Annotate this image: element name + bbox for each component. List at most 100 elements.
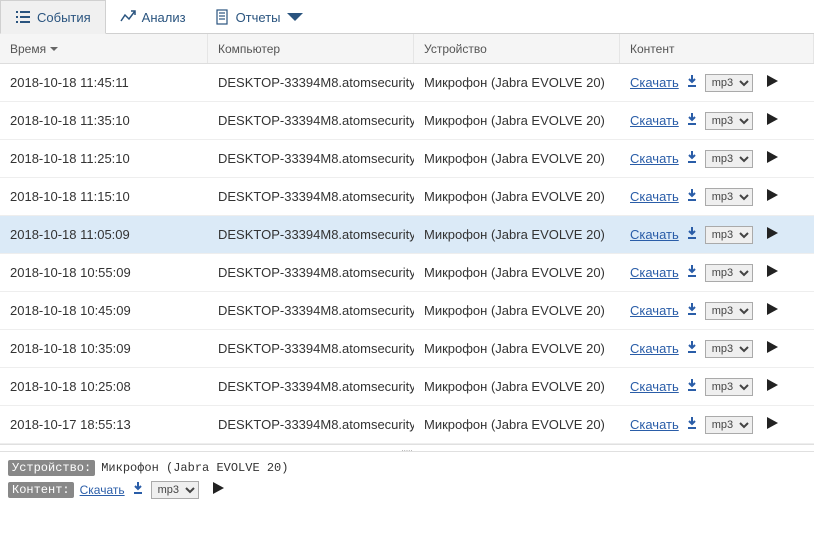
table-row[interactable]: 2018-10-18 11:15:10DESKTOP-33394M8.atoms… — [0, 178, 814, 216]
download-icon[interactable] — [685, 74, 699, 91]
cell-computer: DESKTOP-33394M8.atomsecurity.cor — [208, 189, 414, 204]
header-content[interactable]: Контент — [620, 34, 814, 63]
download-icon[interactable] — [685, 264, 699, 281]
cell-computer: DESKTOP-33394M8.atomsecurity.cor — [208, 341, 414, 356]
detail-device-label: Устройство: — [8, 460, 95, 476]
cell-device: Микрофон (Jabra EVOLVE 20) — [414, 151, 620, 166]
detail-content-label: Контент: — [8, 482, 74, 498]
cell-time: 2018-10-18 11:15:10 — [0, 189, 208, 204]
download-link[interactable]: Скачать — [630, 379, 679, 394]
download-icon[interactable] — [685, 378, 699, 395]
cell-time: 2018-10-18 11:35:10 — [0, 113, 208, 128]
format-select[interactable]: mp3 — [705, 150, 753, 168]
table-row[interactable]: 2018-10-18 11:25:10DESKTOP-33394M8.atoms… — [0, 140, 814, 178]
download-icon[interactable] — [685, 340, 699, 357]
download-link[interactable]: Скачать — [630, 341, 679, 356]
grid-header: Время Компьютер Устройство Контент — [0, 34, 814, 64]
tab-events[interactable]: События — [0, 0, 106, 34]
cell-content: Скачать mp3 — [620, 378, 814, 396]
download-icon[interactable] — [685, 112, 699, 129]
format-select[interactable]: mp3 — [705, 378, 753, 396]
header-computer[interactable]: Компьютер — [208, 34, 414, 63]
table-row[interactable]: 2018-10-18 11:05:09DESKTOP-33394M8.atoms… — [0, 216, 814, 254]
cell-time: 2018-10-18 11:45:11 — [0, 75, 208, 90]
download-icon[interactable] — [685, 416, 699, 433]
header-content-label: Контент — [630, 42, 674, 56]
cell-time: 2018-10-18 10:55:09 — [0, 265, 208, 280]
format-select[interactable]: mp3 — [705, 112, 753, 130]
chart-line-icon — [120, 9, 136, 25]
cell-computer: DESKTOP-33394M8.atomsecurity.cor — [208, 227, 414, 242]
cell-computer: DESKTOP-33394M8.atomsecurity.cor — [208, 75, 414, 90]
download-icon[interactable] — [685, 150, 699, 167]
cell-computer: DESKTOP-33394M8.atomsecurity.cor — [208, 303, 414, 318]
play-button[interactable] — [765, 378, 779, 395]
table-row[interactable]: 2018-10-18 11:35:10DESKTOP-33394M8.atoms… — [0, 102, 814, 140]
download-link[interactable]: Скачать — [630, 189, 679, 204]
cell-computer: DESKTOP-33394M8.atomsecurity.cor — [208, 113, 414, 128]
play-button[interactable] — [765, 74, 779, 91]
format-select[interactable]: mp3 — [705, 74, 753, 92]
detail-download-link[interactable]: Скачать — [80, 483, 125, 497]
tab-events-label: События — [37, 10, 91, 25]
format-select[interactable]: mp3 — [705, 416, 753, 434]
cell-device: Микрофон (Jabra EVOLVE 20) — [414, 341, 620, 356]
cell-content: Скачать mp3 — [620, 264, 814, 282]
format-select[interactable]: mp3 — [705, 302, 753, 320]
header-device[interactable]: Устройство — [414, 34, 620, 63]
download-icon[interactable] — [685, 302, 699, 319]
header-device-label: Устройство — [424, 42, 487, 56]
tab-bar: События Анализ Отчеты — [0, 0, 814, 34]
format-select[interactable]: mp3 — [705, 264, 753, 282]
play-button[interactable] — [765, 416, 779, 433]
cell-computer: DESKTOP-33394M8.atomsecurity.cor — [208, 379, 414, 394]
table-row[interactable]: 2018-10-17 18:55:13DESKTOP-33394M8.atoms… — [0, 406, 814, 444]
play-button[interactable] — [765, 226, 779, 243]
header-time[interactable]: Время — [0, 34, 208, 63]
detail-format-select[interactable]: mp3 — [151, 481, 199, 499]
play-button[interactable] — [765, 150, 779, 167]
play-button[interactable] — [765, 340, 779, 357]
table-row[interactable]: 2018-10-18 10:25:08DESKTOP-33394M8.atoms… — [0, 368, 814, 406]
detail-content-row: Контент: Скачать mp3 — [8, 481, 806, 499]
cell-content: Скачать mp3 — [620, 340, 814, 358]
document-icon — [214, 9, 230, 25]
download-icon[interactable] — [131, 481, 145, 499]
download-link[interactable]: Скачать — [630, 227, 679, 242]
play-button[interactable] — [765, 302, 779, 319]
format-select[interactable]: mp3 — [705, 188, 753, 206]
play-button[interactable] — [765, 188, 779, 205]
cell-content: Скачать mp3 — [620, 226, 814, 244]
tab-analysis-label: Анализ — [142, 10, 186, 25]
download-icon[interactable] — [685, 188, 699, 205]
table-row[interactable]: 2018-10-18 10:55:09DESKTOP-33394M8.atoms… — [0, 254, 814, 292]
format-select[interactable]: mp3 — [705, 340, 753, 358]
cell-device: Микрофон (Jabra EVOLVE 20) — [414, 303, 620, 318]
play-button[interactable] — [765, 264, 779, 281]
cell-content: Скачать mp3 — [620, 416, 814, 434]
table-row[interactable]: 2018-10-18 10:35:09DESKTOP-33394M8.atoms… — [0, 330, 814, 368]
cell-time: 2018-10-17 18:55:13 — [0, 417, 208, 432]
events-grid: Время Компьютер Устройство Контент 2018-… — [0, 34, 814, 444]
download-link[interactable]: Скачать — [630, 417, 679, 432]
cell-computer: DESKTOP-33394M8.atomsecurity.cor — [208, 151, 414, 166]
cell-computer: DESKTOP-33394M8.atomsecurity.cor — [208, 417, 414, 432]
download-link[interactable]: Скачать — [630, 265, 679, 280]
download-link[interactable]: Скачать — [630, 151, 679, 166]
download-link[interactable]: Скачать — [630, 303, 679, 318]
tab-reports[interactable]: Отчеты — [200, 0, 317, 34]
cell-device: Микрофон (Jabra EVOLVE 20) — [414, 189, 620, 204]
format-select[interactable]: mp3 — [705, 226, 753, 244]
play-button[interactable] — [765, 112, 779, 129]
download-link[interactable]: Скачать — [630, 113, 679, 128]
download-icon[interactable] — [685, 226, 699, 243]
tab-analysis[interactable]: Анализ — [106, 0, 200, 34]
header-time-label: Время — [10, 42, 46, 56]
table-row[interactable]: 2018-10-18 10:45:09DESKTOP-33394M8.atoms… — [0, 292, 814, 330]
cell-time: 2018-10-18 11:05:09 — [0, 227, 208, 242]
splitter-handle[interactable]: ..... — [0, 444, 814, 452]
cell-content: Скачать mp3 — [620, 188, 814, 206]
table-row[interactable]: 2018-10-18 11:45:11DESKTOP-33394M8.atoms… — [0, 64, 814, 102]
download-link[interactable]: Скачать — [630, 75, 679, 90]
detail-play-button[interactable] — [211, 481, 225, 499]
